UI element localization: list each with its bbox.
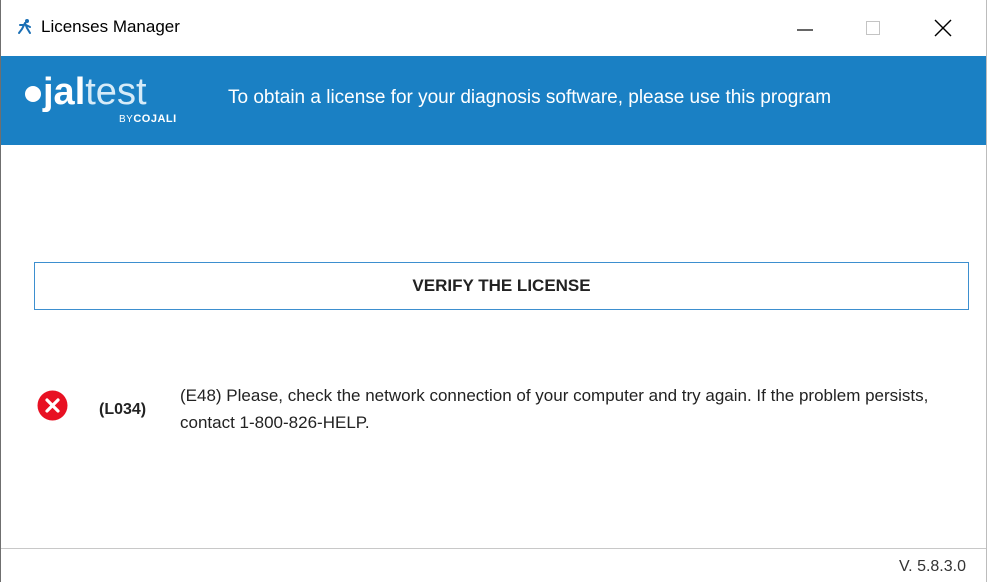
logo-wordmark: jaltest [25,72,147,112]
header-banner: jaltest BYCOJALI To obtain a license for… [1,56,986,145]
minimize-button[interactable] [776,0,834,56]
jaltest-logo: jaltest BYCOJALI [25,72,195,136]
verify-license-button[interactable]: VERIFY THE LICENSE [34,262,969,310]
version-label: V. 5.8.3.0 [898,558,966,575]
status-footer: V. 5.8.3.0 [1,548,986,583]
error-x-icon [37,390,68,421]
minimize-icon [797,29,813,31]
logo-by-text: BY [119,114,134,125]
maximize-button[interactable] [844,0,902,56]
title-bar[interactable]: Licenses Manager [1,0,986,56]
window-title: Licenses Manager [41,17,180,36]
logo-text-light: test [85,71,147,113]
close-button[interactable] [914,0,972,56]
logo-dot-icon [25,86,41,102]
logo-brand-text: COJALI [133,113,177,125]
close-icon [934,19,952,37]
maximize-icon [866,21,880,35]
runner-icon [18,19,31,34]
logo-text-bold: jal [43,71,86,113]
header-description: To obtain a license for your diagnosis s… [228,87,832,108]
licenses-manager-window: Licenses Manager jaltest BYCOJALI To obt… [0,0,987,583]
logo-byline: BYCOJALI [119,113,177,125]
error-message-row: (L034) (E48) Please, check the network c… [37,380,977,440]
error-code: (L034) [99,401,147,418]
error-message-text: (E48) Please, check the network connecti… [180,386,929,432]
